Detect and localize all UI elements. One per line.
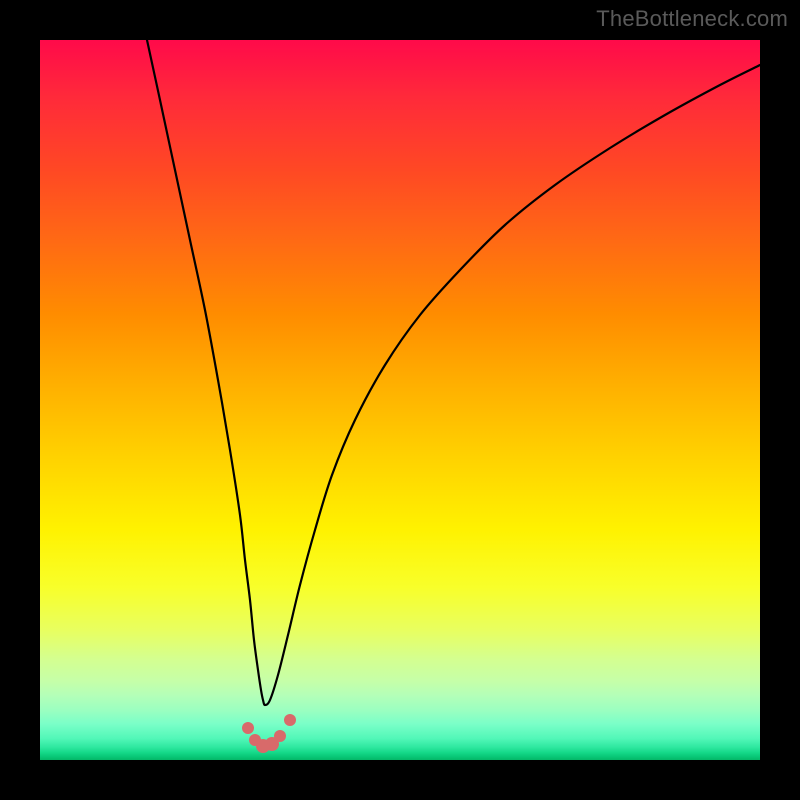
highlight-dot: [242, 722, 254, 734]
curve-svg: [40, 40, 760, 760]
highlight-dot: [274, 730, 286, 742]
chart-frame: TheBottleneck.com: [0, 0, 800, 800]
highlight-dots: [242, 714, 296, 753]
highlight-dot: [284, 714, 296, 726]
bottleneck-curve: [147, 40, 760, 705]
plot-area: [40, 40, 760, 760]
watermark-text: TheBottleneck.com: [596, 6, 788, 32]
